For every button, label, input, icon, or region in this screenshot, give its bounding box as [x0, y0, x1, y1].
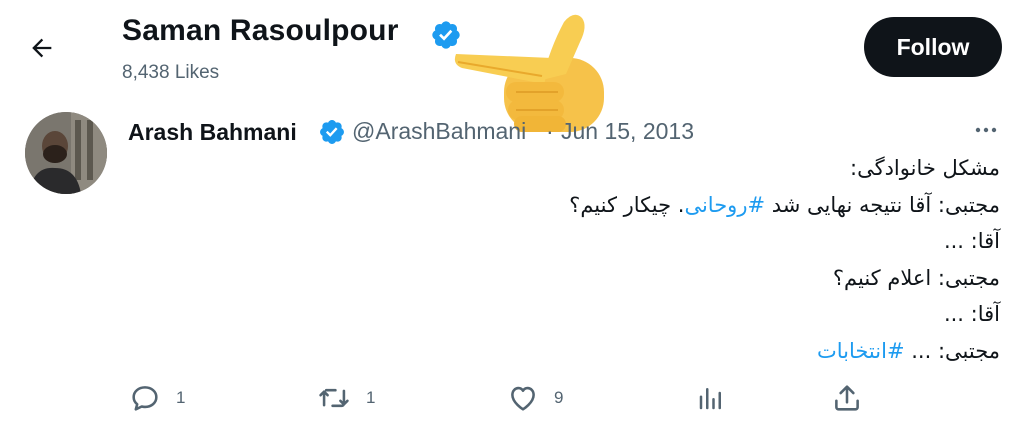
- reply-icon: [132, 386, 158, 411]
- more-options-button[interactable]: [968, 118, 1004, 142]
- reply-count: 1: [176, 388, 186, 407]
- back-button[interactable]: [22, 28, 62, 68]
- hashtag-link[interactable]: #روحانی: [684, 193, 765, 217]
- verified-badge-icon: [320, 120, 344, 144]
- tweet-line: آقا: ...: [943, 229, 1000, 253]
- like-button[interactable]: 9: [506, 376, 563, 420]
- share-button[interactable]: [830, 376, 864, 420]
- avatar[interactable]: [25, 112, 107, 194]
- tweet-line: آقا: ...: [943, 302, 1000, 326]
- profile-name[interactable]: Saman Rasoulpour: [122, 14, 399, 48]
- views-button[interactable]: [696, 376, 726, 420]
- heart-icon: [511, 386, 535, 411]
- tweet-author-name[interactable]: Arash Bahmani: [128, 119, 297, 146]
- tweet-line: مجتبی: اعلام کنیم؟: [832, 265, 1000, 290]
- hashtag-link[interactable]: #انتخابات: [817, 339, 905, 363]
- profile-header: Saman Rasoulpour 8,438 Likes Follow: [0, 0, 1024, 132]
- retweet-icon: [319, 388, 349, 408]
- avatar-image: [25, 112, 107, 194]
- tweet-line: مشکل خانوادگی:: [850, 156, 1000, 180]
- like-count: 9: [554, 388, 564, 407]
- tweet-actions-bar: 1 1 9: [0, 376, 1024, 420]
- follow-button[interactable]: Follow: [864, 17, 1002, 77]
- retweet-count: 1: [366, 388, 376, 407]
- tweet-author-handle[interactable]: @ArashBahmani: [352, 118, 526, 145]
- tweet-line: مجتبی: ... #انتخابات: [816, 338, 1000, 363]
- meta-separator: ·: [546, 118, 554, 144]
- reply-button[interactable]: 1: [128, 376, 185, 420]
- share-icon: [835, 385, 859, 411]
- likes-count: 8,438 Likes: [122, 62, 220, 83]
- tweet-line: مجتبی: آقا نتیجه نهایی شد #روحانی. چیکار…: [569, 192, 1000, 217]
- analytics-icon: [699, 388, 721, 410]
- tweet-text: مشکل خانوادگی: مجتبی: آقا نتیجه نهایی شد…: [360, 150, 1000, 369]
- back-arrow-icon: [32, 38, 52, 58]
- retweet-button[interactable]: 1: [316, 376, 375, 420]
- more-dots-icon: [975, 127, 997, 133]
- tweet-date[interactable]: Jun 15, 2013: [561, 118, 694, 145]
